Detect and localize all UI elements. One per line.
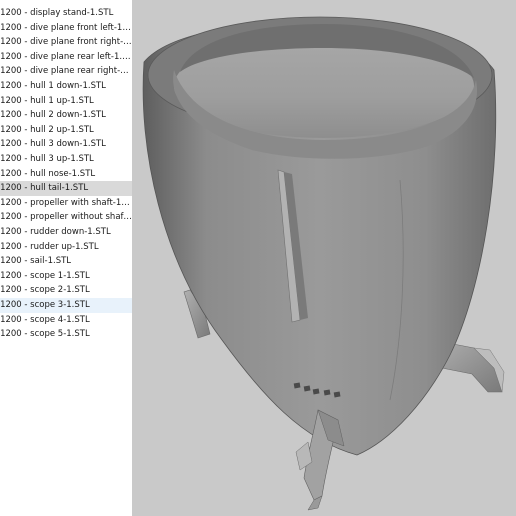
- file-list-item[interactable]: -1200 - rudder up-1.STL: [0, 240, 132, 255]
- file-list-panel[interactable]: -1200 - display stand-1.STL -1200 - dive …: [0, 0, 132, 516]
- file-list-item[interactable]: -1200 - scope 3-1.STL: [0, 298, 132, 313]
- file-list-item[interactable]: -1200 - propeller with shaft-1.STL: [0, 196, 132, 211]
- file-list-item[interactable]: -1200 - hull 1 up-1.STL: [0, 94, 132, 109]
- file-list-item[interactable]: -1200 - rudder down-1.STL: [0, 225, 132, 240]
- file-list-item[interactable]: -1200 - hull 2 up-1.STL: [0, 123, 132, 138]
- file-list-item[interactable]: -1200 - dive plane front left-1.STL: [0, 21, 132, 36]
- file-list-item[interactable]: -1200 - hull 2 down-1.STL: [0, 108, 132, 123]
- file-list-item[interactable]: -1200 - dive plane rear left-1.STL: [0, 50, 132, 65]
- file-list-item[interactable]: -1200 - dive plane rear right-1.STL: [0, 64, 132, 79]
- stl-file-viewer-window: -1200 - display stand-1.STL -1200 - dive …: [0, 0, 516, 516]
- file-list-item[interactable]: -1200 - hull 1 down-1.STL: [0, 79, 132, 94]
- file-list-item[interactable]: -1200 - hull 3 down-1.STL: [0, 137, 132, 152]
- hull-tail-model[interactable]: [132, 0, 516, 516]
- file-list-item[interactable]: -1200 - scope 2-1.STL: [0, 283, 132, 298]
- file-list-item[interactable]: -1200 - hull nose-1.STL: [0, 167, 132, 182]
- file-list-item[interactable]: -1200 - sail-1.STL: [0, 254, 132, 269]
- file-list-item[interactable]: -1200 - hull tail-1.STL: [0, 181, 132, 196]
- file-list-item[interactable]: -1200 - dive plane front right-1....: [0, 35, 132, 50]
- file-list-item[interactable]: -1200 - hull 3 up-1.STL: [0, 152, 132, 167]
- 3d-viewport[interactable]: [132, 0, 516, 516]
- file-list-item[interactable]: -1200 - scope 4-1.STL: [0, 313, 132, 328]
- file-list-item[interactable]: -1200 - scope 5-1.STL: [0, 327, 132, 342]
- file-list-item[interactable]: -1200 - scope 1-1.STL: [0, 269, 132, 284]
- file-list-item[interactable]: -1200 - propeller without shaft-...: [0, 210, 132, 225]
- file-list-item[interactable]: -1200 - display stand-1.STL: [0, 6, 132, 21]
